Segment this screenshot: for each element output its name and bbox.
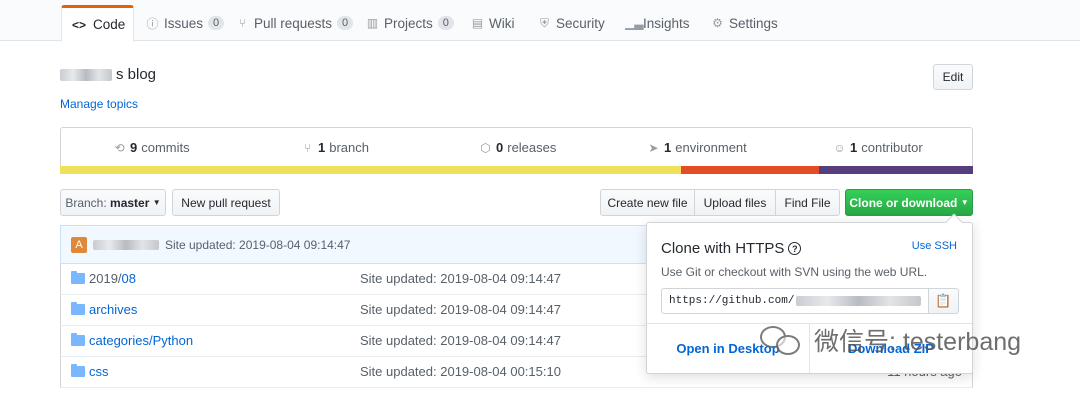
- commits-link[interactable]: ⟲ 9 commits: [113, 140, 189, 155]
- tab-counter: 0: [437, 16, 454, 30]
- clone-description: Use Git or checkout with SVN using the w…: [661, 265, 928, 279]
- language-segment[interactable]: [680, 166, 819, 174]
- tab-issues[interactable]: ⓘ Issues 0: [138, 5, 232, 41]
- tab-counter: 0: [208, 16, 225, 30]
- language-segment[interactable]: [818, 166, 973, 174]
- gear-icon: ⚙: [712, 16, 723, 30]
- tab-label: Settings: [729, 15, 778, 31]
- tab-label: Code: [93, 17, 126, 32]
- redacted-url: [796, 296, 921, 306]
- language-segment[interactable]: [60, 166, 681, 174]
- shield-icon: ⛨: [539, 15, 549, 30]
- branch-select-button[interactable]: Branch: master ▼: [60, 189, 166, 216]
- tab-label: Projects: [384, 15, 433, 31]
- tab-label: Insights: [643, 15, 690, 31]
- repo-description: s blog: [60, 66, 156, 83]
- help-icon[interactable]: ?: [788, 242, 802, 255]
- popover-title: Clone with HTTPS ?: [661, 240, 802, 257]
- history-icon: ⟲: [114, 140, 125, 155]
- clone-url-group: https://github.com/ 📋: [661, 288, 959, 314]
- use-ssh-link[interactable]: Use SSH: [912, 240, 957, 252]
- wiki-icon: ▤: [471, 16, 484, 30]
- wechat-logo-icon: [758, 322, 806, 358]
- pull-request-icon: ⑂: [238, 16, 247, 30]
- tab-pull-requests[interactable]: ⑂ Pull requests 0: [228, 5, 361, 41]
- commit-message[interactable]: Site updated: 2019-08-04 09:14:47: [165, 238, 350, 252]
- language-bar[interactable]: [60, 166, 973, 174]
- clone-or-download-button[interactable]: Clone or download ▼: [845, 189, 973, 216]
- commit-message-link[interactable]: Site updated: 2019-08-04 09:14:47: [360, 271, 561, 286]
- graph-icon: ▁▃: [625, 16, 644, 30]
- upload-files-button[interactable]: Upload files: [695, 189, 776, 216]
- commit-message-link[interactable]: Site updated: 2019-08-04 09:14:47: [360, 333, 561, 348]
- tab-projects[interactable]: ▥ Projects 0: [358, 5, 462, 41]
- tab-counter: 0: [337, 16, 354, 30]
- people-icon: ☺: [833, 140, 846, 155]
- rocket-icon: ➤: [648, 140, 659, 155]
- manage-topics-link[interactable]: Manage topics: [60, 97, 138, 111]
- caret-down-icon: ▼: [960, 198, 969, 207]
- avatar[interactable]: A: [71, 236, 87, 253]
- issue-icon: ⓘ: [146, 16, 159, 31]
- redacted-owner-name: [60, 68, 112, 81]
- caret-down-icon: ▼: [152, 198, 161, 207]
- repo-nav: <> Code ⓘ Issues 0 ⑂ Pull requests 0 ▥ Projects 0 ▤…: [0, 0, 1080, 42]
- tab-label: Wiki: [489, 15, 515, 31]
- project-icon: ▥: [366, 16, 379, 30]
- file-name-link[interactable]: categories/Python: [89, 333, 193, 348]
- tab-wiki[interactable]: ▤ Wiki: [463, 5, 523, 41]
- tab-label: Issues: [164, 15, 204, 31]
- new-pull-request-button[interactable]: New pull request: [172, 189, 280, 216]
- create-new-file-button[interactable]: Create new file: [600, 189, 695, 216]
- folder-icon: [71, 333, 85, 346]
- branch-icon: ⑂: [303, 140, 312, 155]
- redacted-author: [93, 239, 159, 250]
- clipboard-icon[interactable]: 📋: [929, 288, 959, 314]
- tab-label: Security: [556, 15, 605, 31]
- environments-link[interactable]: ➤ 1 environment: [647, 140, 746, 155]
- contributors-link[interactable]: ☺ 1 contributor: [833, 140, 922, 155]
- find-file-button[interactable]: Find File: [776, 189, 840, 216]
- releases-link[interactable]: ⬡ 0 releases: [479, 140, 556, 155]
- folder-icon: [71, 271, 85, 284]
- folder-icon: [71, 364, 85, 377]
- branches-link[interactable]: ⑂ 1 branch: [301, 140, 369, 155]
- tab-security[interactable]: ⛨ Security: [530, 5, 613, 41]
- code-icon: <>: [71, 17, 86, 32]
- clone-url-input[interactable]: https://github.com/: [661, 288, 929, 314]
- tab-code[interactable]: <> Code: [61, 5, 135, 42]
- popover-arrow: [945, 213, 963, 231]
- watermark: 微信号: testerbang: [758, 322, 1021, 358]
- commit-message-link[interactable]: Site updated: 2019-08-04 09:14:47: [360, 302, 561, 317]
- folder-icon: [71, 302, 85, 315]
- file-name-link[interactable]: 2019/08: [89, 271, 136, 286]
- file-name-link[interactable]: archives: [89, 302, 137, 317]
- tab-insights[interactable]: ▁▃ Insights: [617, 5, 698, 41]
- edit-button[interactable]: Edit: [933, 64, 973, 90]
- tab-label: Pull requests: [254, 15, 333, 31]
- tag-icon: ⬡: [480, 140, 491, 155]
- tab-settings[interactable]: ⚙ Settings: [703, 5, 786, 41]
- file-name-link[interactable]: css: [89, 364, 109, 379]
- file-actions-group: Create new file Upload files Find File: [600, 189, 840, 216]
- commit-message-link[interactable]: Site updated: 2019-08-04 00:15:10: [360, 364, 561, 379]
